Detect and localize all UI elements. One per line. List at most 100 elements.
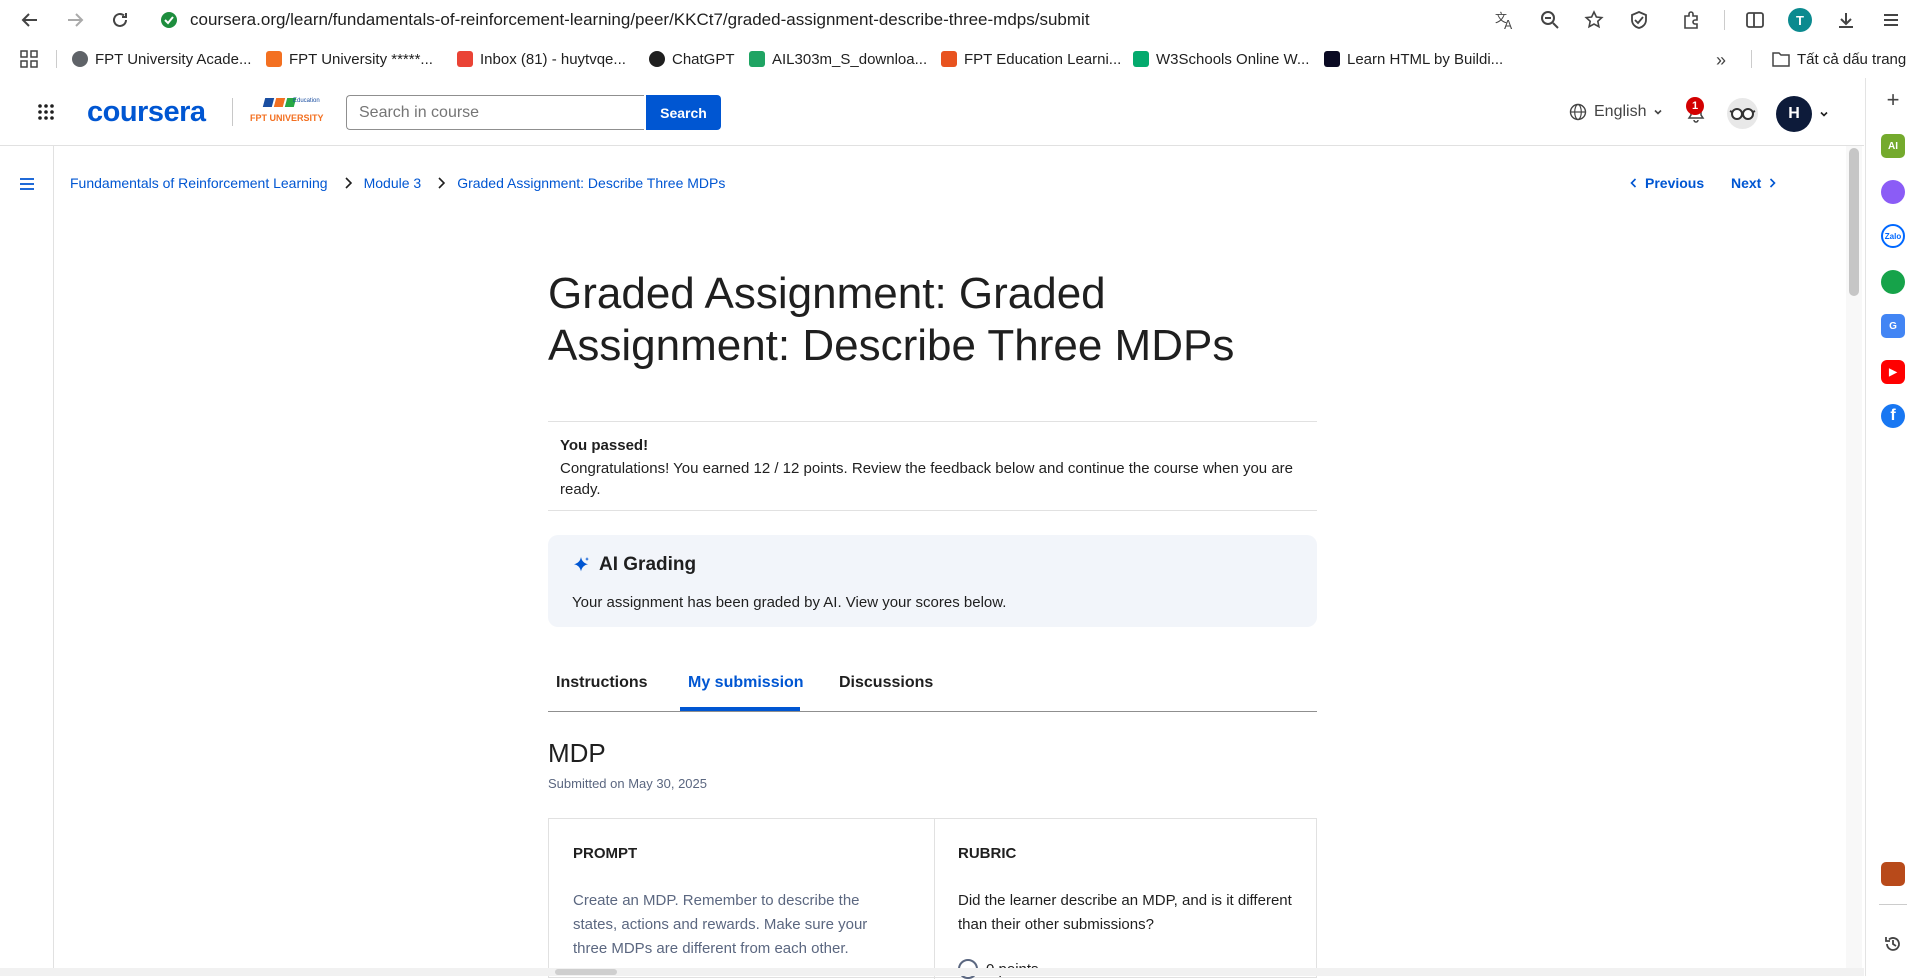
- bookmark-label: Inbox (81) - huytvqe...: [480, 50, 626, 68]
- profile-avatar[interactable]: T: [1788, 8, 1812, 32]
- account-chevron-icon[interactable]: [1819, 109, 1829, 119]
- apps-grid-icon[interactable]: [20, 50, 38, 68]
- secure-site-icon[interactable]: [160, 11, 178, 29]
- search-input[interactable]: [346, 95, 644, 130]
- chevron-right-icon: [1770, 178, 1776, 188]
- bookmark-item[interactable]: FPT Education Learni...: [941, 49, 1121, 69]
- extensions-icon[interactable]: [1679, 8, 1703, 32]
- user-avatar[interactable]: H: [1776, 96, 1812, 132]
- bookmark-item[interactable]: Inbox (81) - huytvqe...: [457, 49, 626, 69]
- tab-instructions[interactable]: Instructions: [556, 674, 648, 692]
- fpt-university-logo: Education FPT UNIVERSITY: [248, 98, 330, 128]
- more-bookmarks-icon[interactable]: »: [1716, 50, 1726, 71]
- breadcrumb-course-link[interactable]: Fundamentals of Reinforcement Learning: [70, 175, 328, 191]
- ai-grading-title: AI Grading: [599, 554, 697, 575]
- rail-divider: [1879, 904, 1907, 905]
- bookmark-item[interactable]: ChatGPT: [649, 49, 735, 69]
- facebook-icon[interactable]: f: [1881, 404, 1905, 428]
- bookmark-label: FPT Education Learni...: [964, 50, 1122, 68]
- language-selector[interactable]: English: [1569, 103, 1663, 121]
- learner-goggles-icon[interactable]: [1727, 98, 1758, 129]
- folder-icon: [1772, 52, 1790, 67]
- language-label: English: [1594, 103, 1647, 120]
- reload-icon[interactable]: [108, 8, 132, 32]
- fpt-education-text: Education: [293, 98, 320, 104]
- bookmark-item[interactable]: FPT University *****...: [266, 49, 433, 69]
- table-divider: [934, 819, 935, 979]
- vertical-scrollbar-thumb[interactable]: [1849, 148, 1859, 296]
- add-icon[interactable]: +: [1881, 87, 1905, 112]
- fpt-favicon: [266, 51, 282, 67]
- bookmark-item[interactable]: AIL303m_S_downloa...: [749, 49, 927, 69]
- chatgpt-icon: [649, 51, 665, 67]
- horizontal-scrollbar-thumb[interactable]: [555, 969, 617, 975]
- game-controller-icon[interactable]: [1881, 270, 1905, 294]
- fpt-university-text: FPT UNIVERSITY: [250, 113, 324, 123]
- rubric-question: Did the learner describe an MDP, and is …: [958, 892, 1292, 933]
- profile-initial: T: [1788, 8, 1812, 32]
- bookmark-label: Learn HTML by Buildi...: [1347, 50, 1504, 68]
- toolbar-divider: [1724, 10, 1725, 30]
- zoom-out-icon[interactable]: [1538, 8, 1562, 32]
- youtube-icon[interactable]: ▶: [1881, 360, 1905, 384]
- translate-icon[interactable]: 文A: [1493, 8, 1517, 32]
- previous-label: Previous: [1645, 175, 1705, 191]
- tab-my-submission[interactable]: My submission: [688, 674, 804, 692]
- apps-menu-icon[interactable]: [38, 104, 54, 120]
- bookmark-item[interactable]: Learn HTML by Buildi...: [1324, 49, 1503, 69]
- history-icon[interactable]: [1881, 932, 1905, 956]
- bookmark-label: W3Schools Online W...: [1156, 50, 1310, 68]
- bookmarks-divider: [1751, 50, 1752, 68]
- all-bookmarks-folder[interactable]: Tất cả dấu trang: [1772, 49, 1906, 69]
- w3schools-icon: [1133, 51, 1149, 67]
- previous-button[interactable]: Previous: [1630, 175, 1704, 191]
- bookmark-star-icon[interactable]: [1582, 8, 1606, 32]
- bookmark-label: AIL303m_S_downloa...: [772, 50, 928, 68]
- google-translate-icon[interactable]: G: [1881, 314, 1905, 338]
- hamburger-menu-icon[interactable]: [19, 177, 35, 191]
- game-app-icon[interactable]: [1881, 862, 1905, 886]
- globe-icon: [1569, 103, 1587, 121]
- ai-extension-icon[interactable]: AI: [1881, 134, 1905, 158]
- messenger-icon[interactable]: [1881, 180, 1905, 204]
- notifications-button[interactable]: 1: [1686, 97, 1706, 124]
- notification-badge: 1: [1686, 97, 1704, 115]
- coursera-logo[interactable]: coursera: [87, 96, 206, 129]
- prompt-text: Create an MDP. Remember to describe the …: [573, 892, 868, 957]
- chrome-menu-icon[interactable]: [1879, 8, 1903, 32]
- course-sidebar: [0, 146, 54, 976]
- breadcrumb-module-link[interactable]: Module 3: [364, 175, 422, 191]
- horizontal-scrollbar[interactable]: [0, 968, 1864, 976]
- bookmark-label: ChatGPT: [672, 50, 735, 68]
- chevron-right-icon: [437, 177, 446, 189]
- shield-extension-icon[interactable]: [1627, 8, 1651, 32]
- zalo-icon[interactable]: Zalo: [1881, 224, 1905, 248]
- globe-icon: [72, 51, 88, 67]
- download-icon[interactable]: [1834, 8, 1858, 32]
- rubric-heading: RUBRIC: [958, 845, 1017, 862]
- freecodecamp-icon: [1324, 51, 1340, 67]
- coursera-header: coursera Education FPT UNIVERSITY Search…: [0, 78, 1864, 146]
- gmail-icon: [457, 51, 473, 67]
- bookmark-item[interactable]: W3Schools Online W...: [1133, 49, 1309, 69]
- ai-grading-card: AI Grading Your assignment has been grad…: [548, 535, 1317, 627]
- side-panel-icon[interactable]: [1743, 8, 1767, 32]
- bookmark-label: FPT University Acade...: [95, 50, 252, 68]
- bookmark-item[interactable]: FPT University Acade...: [72, 49, 251, 69]
- search-button[interactable]: Search: [646, 95, 721, 130]
- all-bookmarks-label: Tất cả dấu trang: [1797, 50, 1907, 68]
- tab-discussions[interactable]: Discussions: [839, 674, 933, 692]
- chevron-right-icon: [344, 177, 352, 189]
- forward-icon[interactable]: [63, 8, 87, 32]
- bookmarks-divider: [56, 50, 57, 68]
- prompt-rubric-table: PROMPT Create an MDP. Remember to descri…: [548, 818, 1317, 979]
- logo-divider: [232, 98, 233, 126]
- bookmark-label: FPT University *****...: [289, 50, 433, 68]
- ai-grading-message: Your assignment has been graded by AI. V…: [572, 594, 1007, 611]
- next-button[interactable]: Next: [1731, 175, 1776, 191]
- back-icon[interactable]: [18, 8, 42, 32]
- submission-title: MDP: [548, 738, 606, 768]
- breadcrumb-current-item[interactable]: Graded Assignment: Describe Three MDPs: [457, 175, 725, 191]
- breadcrumb: Fundamentals of Reinforcement Learning M…: [70, 175, 725, 191]
- url-text[interactable]: coursera.org/learn/fundamentals-of-reinf…: [190, 10, 1090, 30]
